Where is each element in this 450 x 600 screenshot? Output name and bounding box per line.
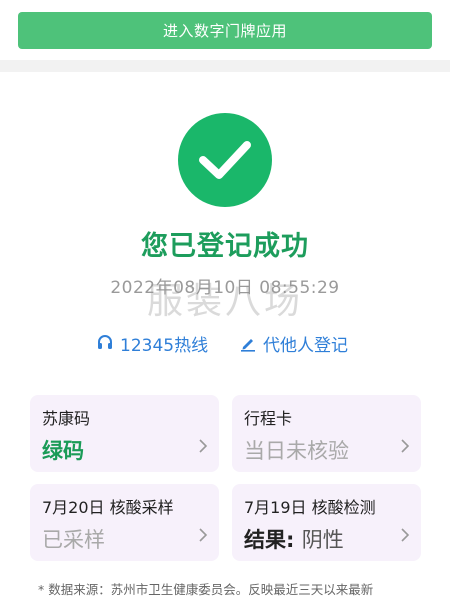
- card-label: 苏康码: [42, 409, 91, 428]
- card-label: 行程卡: [244, 409, 293, 428]
- result-prefix: 结果:: [244, 528, 295, 552]
- registration-timestamp: 2022年08月10日 08:55:29: [110, 278, 340, 298]
- hotline-link[interactable]: 12345热线: [95, 330, 208, 356]
- chevron-right-icon: [199, 528, 208, 542]
- chevron-right-icon: [401, 439, 410, 453]
- itinerary-card[interactable]: 行程卡 当日未核验: [232, 395, 421, 472]
- register-for-others-link[interactable]: 代他人登记: [238, 330, 348, 356]
- data-source-note: * 数据来源：苏州市卫生健康委员会。反映最近三天以来最新: [38, 582, 374, 597]
- proxy-label: 代他人登记: [263, 335, 348, 356]
- card-value: 结果: 阴性: [244, 524, 409, 554]
- nucleic-acid-test-card[interactable]: 7月19日 核酸检测 结果: 阴性: [232, 484, 421, 561]
- suzhou-health-code-card[interactable]: 苏康码 绿码: [30, 395, 219, 472]
- card-label: 7月19日 核酸检测: [244, 498, 376, 517]
- card-value: 当日未核验: [244, 439, 349, 463]
- headset-icon: [95, 333, 115, 353]
- success-title: 您已登记成功: [141, 231, 309, 262]
- pencil-icon: [238, 333, 258, 353]
- divider-band: [0, 60, 450, 72]
- result-value: 阴性: [301, 528, 344, 552]
- chevron-right-icon: [401, 528, 410, 542]
- enter-button-label: 进入数字门牌应用: [162, 22, 287, 40]
- success-check-icon: [178, 113, 272, 207]
- chevron-right-icon: [199, 439, 208, 453]
- card-value: 绿码: [42, 439, 84, 463]
- nucleic-acid-sampling-card[interactable]: 7月20日 核酸采样 已采样: [30, 484, 219, 561]
- card-label: 7月20日 核酸采样: [42, 498, 174, 517]
- card-value: 已采样: [42, 528, 105, 552]
- enter-digital-doorplate-button[interactable]: 进入数字门牌应用: [18, 12, 432, 49]
- hotline-label: 12345热线: [120, 335, 209, 356]
- top-bar: 进入数字门牌应用: [0, 0, 450, 60]
